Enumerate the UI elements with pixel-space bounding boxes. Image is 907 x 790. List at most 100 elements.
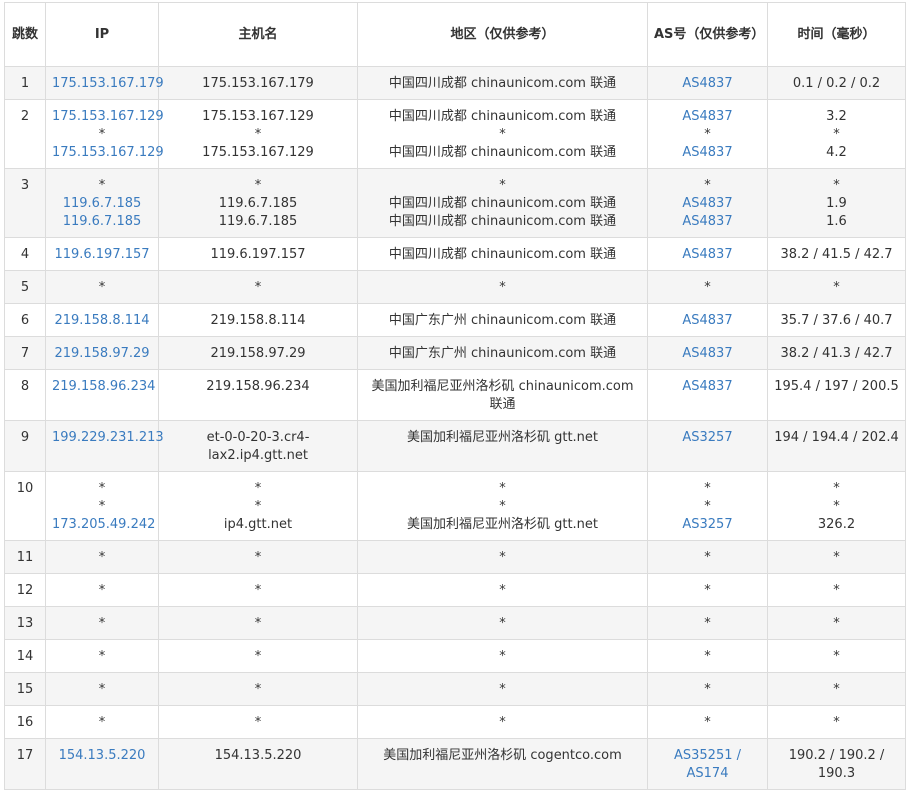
time-text: * bbox=[833, 583, 840, 598]
time-cell: 38.2 / 41.3 / 42.7 bbox=[767, 336, 906, 370]
table-row: 17 154.13.5.220 154.13.5.220 美国加利福尼亚州洛杉矶 co… bbox=[4, 738, 906, 790]
ip-placeholder: * bbox=[98, 616, 106, 631]
host-cell: * bbox=[158, 573, 358, 607]
region-cell: * bbox=[357, 705, 648, 739]
ip-link[interactable]: 173.205.49.242 bbox=[52, 516, 155, 534]
region-text: * bbox=[499, 499, 506, 514]
region-text: 美国加利福尼亚州洛杉矶 chinaunicom.com 联通 bbox=[371, 379, 634, 412]
host-cell: * bbox=[158, 606, 358, 640]
hop-number: 4 bbox=[4, 237, 46, 271]
time-text: 1.9 bbox=[826, 196, 847, 211]
as-cell: * bbox=[647, 705, 768, 739]
region-cell: 中国四川成都 chinaunicom.com 联通 bbox=[357, 66, 648, 100]
ip-cell: 219.158.97.29 bbox=[45, 336, 159, 370]
as-link[interactable]: AS4837 bbox=[654, 246, 761, 264]
as-cell: AS4837 bbox=[647, 66, 768, 100]
host-text: 119.6.7.185 bbox=[218, 214, 298, 229]
as-link[interactable]: AS4837 bbox=[654, 195, 761, 213]
host-cell: 219.158.97.29 bbox=[158, 336, 358, 370]
time-text: 190.2 / 190.2 / 190.3 bbox=[788, 748, 885, 781]
host-text: 175.153.167.179 bbox=[202, 76, 314, 91]
as-link[interactable]: AS4837 bbox=[654, 213, 761, 231]
time-cell: * bbox=[767, 639, 906, 673]
ip-link[interactable]: 119.6.7.185 bbox=[52, 213, 152, 231]
as-placeholder: * bbox=[704, 178, 711, 193]
ip-link[interactable]: 219.158.96.234 bbox=[52, 378, 155, 396]
ip-link[interactable]: 175.153.167.129 bbox=[52, 108, 164, 126]
ip-link[interactable]: 119.6.7.185 bbox=[52, 195, 152, 213]
time-text: * bbox=[833, 649, 840, 664]
ip-cell: * bbox=[45, 606, 159, 640]
region-text: * bbox=[499, 178, 506, 193]
host-cell: et-0-0-20-3.cr4-lax2.ip4.gtt.net bbox=[158, 420, 358, 472]
time-text: 38.2 / 41.5 / 42.7 bbox=[780, 247, 893, 262]
ip-link[interactable]: 175.153.167.129 bbox=[52, 144, 164, 162]
as-cell: AS4837 bbox=[647, 303, 768, 337]
ip-cell: 175.153.167.129 * 175.153.167.129 bbox=[45, 99, 164, 169]
as-cell: * AS4837 AS4837 bbox=[647, 168, 768, 238]
table-row: 9 199.229.231.213 et-0-0-20-3.cr4-lax2.ip4… bbox=[4, 420, 906, 472]
time-text: 3.2 bbox=[826, 109, 847, 124]
ip-link[interactable]: 175.153.167.179 bbox=[52, 75, 164, 93]
region-cell: * bbox=[357, 573, 648, 607]
host-text: * bbox=[254, 481, 262, 496]
ip-cell: * bbox=[45, 573, 159, 607]
table-row: 15 * * * * * bbox=[4, 672, 906, 706]
region-cell: 中国广东广州 chinaunicom.com 联通 bbox=[357, 336, 648, 370]
time-text: * bbox=[833, 178, 840, 193]
time-text: 194 / 194.4 / 202.4 bbox=[774, 430, 899, 445]
as-cell: * bbox=[647, 672, 768, 706]
as-link[interactable]: AS35251 / AS174 bbox=[654, 747, 761, 783]
table-row: 11 * * * * * bbox=[4, 540, 906, 574]
ip-cell: * bbox=[45, 672, 159, 706]
hop-number: 6 bbox=[4, 303, 46, 337]
region-cell: 美国加利福尼亚州洛杉矶 gtt.net bbox=[357, 420, 648, 472]
as-placeholder: * bbox=[704, 583, 711, 598]
time-text: 38.2 / 41.3 / 42.7 bbox=[780, 346, 893, 361]
region-text: 美国加利福尼亚州洛杉矶 cogentco.com bbox=[383, 748, 622, 763]
table-row: 5 * * * * * bbox=[4, 270, 906, 304]
ip-link[interactable]: 199.229.231.213 bbox=[52, 429, 164, 447]
time-text: 4.2 bbox=[826, 145, 847, 160]
as-link[interactable]: AS3257 bbox=[654, 516, 761, 534]
ip-link[interactable]: 119.6.197.157 bbox=[52, 246, 152, 264]
region-cell: * 中国四川成都 chinaunicom.com 联通 中国四川成都 chinaun… bbox=[357, 168, 648, 238]
as-link[interactable]: AS4837 bbox=[654, 312, 761, 330]
host-text: et-0-0-20-3.cr4-lax2.ip4.gtt.net bbox=[206, 430, 310, 463]
time-cell: * 1.9 1.6 bbox=[767, 168, 906, 238]
host-text: 175.153.167.129 bbox=[202, 109, 314, 124]
region-text: 中国四川成都 chinaunicom.com 联通 bbox=[388, 196, 617, 211]
as-cell: * bbox=[647, 639, 768, 673]
as-cell: AS4837 bbox=[647, 336, 768, 370]
ip-link[interactable]: 219.158.8.114 bbox=[52, 312, 152, 330]
host-text: * bbox=[254, 280, 262, 295]
region-text: * bbox=[499, 583, 506, 598]
as-link[interactable]: AS3257 bbox=[654, 429, 761, 447]
hop-number: 1 bbox=[4, 66, 46, 100]
as-link[interactable]: AS4837 bbox=[654, 108, 761, 126]
as-link[interactable]: AS4837 bbox=[654, 345, 761, 363]
host-text: * bbox=[254, 616, 262, 631]
host-text: 175.153.167.129 bbox=[202, 145, 314, 160]
region-text: * bbox=[499, 280, 506, 295]
as-link[interactable]: AS4837 bbox=[654, 378, 761, 396]
as-link[interactable]: AS4837 bbox=[654, 144, 761, 162]
ip-placeholder: * bbox=[98, 481, 106, 496]
as-link[interactable]: AS4837 bbox=[654, 75, 761, 93]
hop-number: 11 bbox=[4, 540, 46, 574]
region-cell: 美国加利福尼亚州洛杉矶 cogentco.com bbox=[357, 738, 648, 790]
ip-placeholder: * bbox=[98, 649, 106, 664]
hop-number: 3 bbox=[4, 168, 46, 238]
ip-link[interactable]: 154.13.5.220 bbox=[52, 747, 152, 765]
header-ip: IP bbox=[45, 2, 159, 67]
region-text: 美国加利福尼亚州洛杉矶 gtt.net bbox=[406, 430, 599, 445]
as-cell: AS4837 * AS4837 bbox=[647, 99, 768, 169]
ip-link[interactable]: 219.158.97.29 bbox=[52, 345, 152, 363]
region-cell: * bbox=[357, 270, 648, 304]
as-cell: AS3257 bbox=[647, 420, 768, 472]
region-text: * bbox=[499, 616, 506, 631]
time-text: * bbox=[833, 715, 840, 730]
ip-cell: 199.229.231.213 bbox=[45, 420, 164, 472]
region-cell: 美国加利福尼亚州洛杉矶 chinaunicom.com 联通 bbox=[357, 369, 648, 421]
table-row: 12 * * * * * bbox=[4, 573, 906, 607]
